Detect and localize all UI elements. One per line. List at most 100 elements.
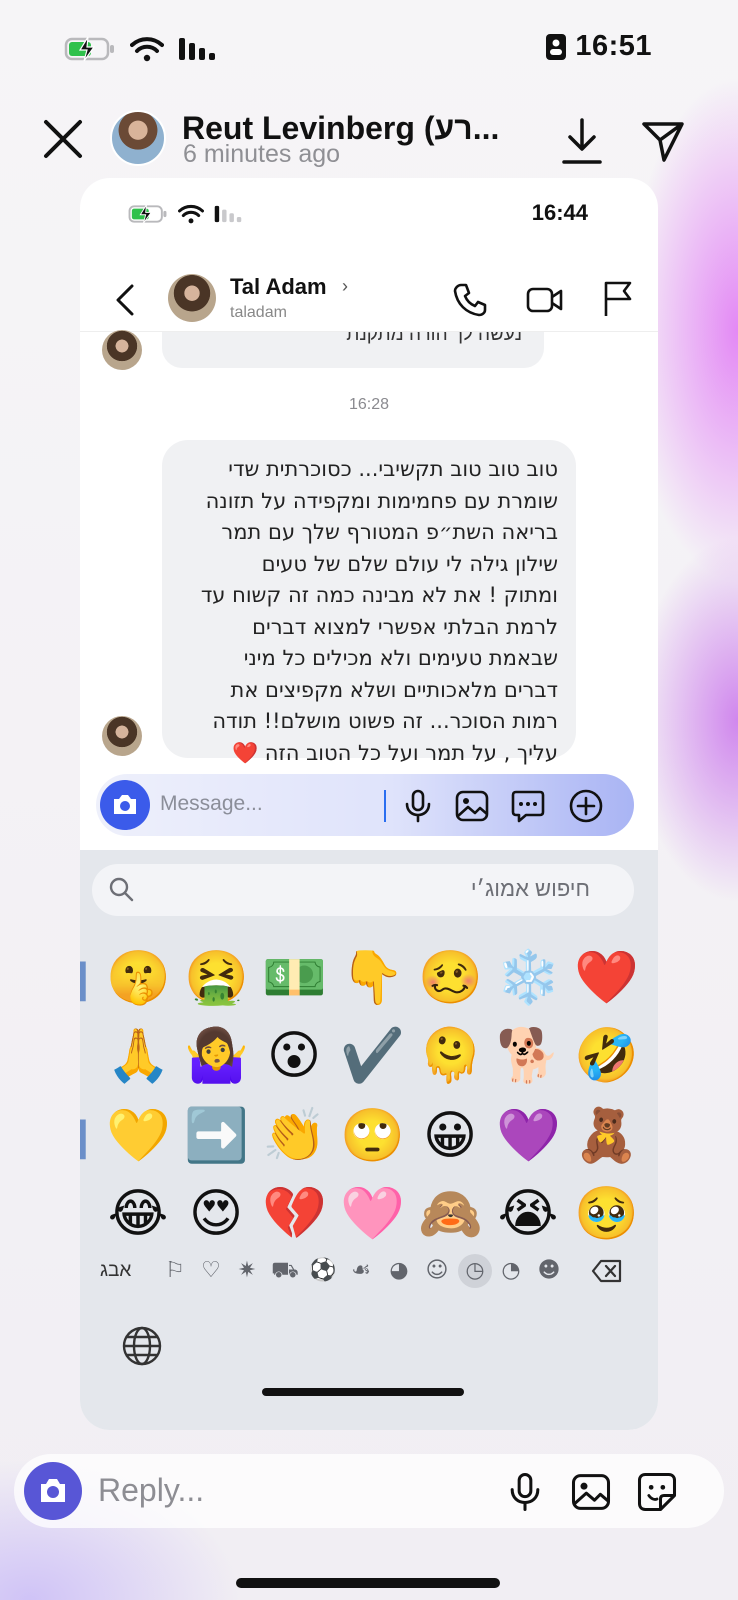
emoji-key[interactable]: 💜 bbox=[496, 1104, 561, 1168]
emoji-key[interactable]: 🧸 bbox=[574, 1104, 639, 1168]
microphone-icon[interactable] bbox=[400, 788, 436, 824]
download-icon[interactable] bbox=[560, 116, 604, 166]
emoji-key[interactable]: 🙏 bbox=[106, 1024, 171, 1088]
emoji-keyboard: חיפוש אמוג׳י ▮ ▮ 🤫🤮💵👇🥴❄️❤️ 🙏🤷‍♀️😮✔️🫠🐕🤣 💛➡️… bbox=[80, 850, 658, 1430]
camera-icon bbox=[114, 795, 136, 814]
inner-status-bar: 16:44 bbox=[80, 200, 658, 230]
camera-icon bbox=[41, 1479, 65, 1502]
emoji-key[interactable]: ❤️ bbox=[574, 946, 639, 1010]
emoji-search-placeholder: חיפוש אמוג׳י bbox=[470, 876, 590, 901]
emoji-key[interactable]: 😍 bbox=[184, 1182, 248, 1246]
battery-charging-icon bbox=[64, 36, 114, 62]
id-card-icon bbox=[546, 33, 567, 60]
search-icon bbox=[109, 877, 134, 902]
shared-screenshot: 16:44 Tal Adam › taladam נעשה לך הורה מת… bbox=[80, 178, 658, 1430]
story-header: Reut Levinberg (רע... 6 minutes ago bbox=[0, 104, 738, 174]
emoji-key[interactable]: 😭 bbox=[496, 1182, 560, 1246]
camera-button[interactable] bbox=[24, 1462, 82, 1520]
home-indicator bbox=[262, 1388, 464, 1396]
backspace-icon[interactable] bbox=[590, 1254, 624, 1288]
emoji-key[interactable]: 🥴 bbox=[418, 946, 483, 1010]
emoji-key[interactable]: 😂 bbox=[106, 1182, 170, 1246]
emoji-key[interactable]: 🫠 bbox=[418, 1024, 483, 1088]
apple-icon[interactable]: ☙ bbox=[344, 1254, 378, 1288]
video-camera-icon[interactable] bbox=[526, 282, 564, 318]
gallery-icon[interactable] bbox=[454, 788, 490, 824]
add-icon[interactable] bbox=[568, 788, 604, 824]
sender-avatar bbox=[102, 330, 142, 370]
phone-icon[interactable] bbox=[452, 282, 488, 318]
previous-message-text: נעשה לך הורה מתקנת bbox=[346, 332, 522, 345]
status-bar: 16:51 bbox=[0, 30, 738, 74]
car-icon[interactable]: ⛟ bbox=[268, 1254, 302, 1288]
emoji-key[interactable]: 🥹 bbox=[574, 1182, 639, 1246]
recent-clock-icon[interactable]: ◷ bbox=[458, 1254, 492, 1288]
sunglasses-face-icon[interactable]: ☻ bbox=[532, 1254, 566, 1288]
emoji-key[interactable]: 🙈 bbox=[418, 1182, 483, 1246]
message-input[interactable]: Message... bbox=[160, 792, 263, 816]
microphone-icon[interactable] bbox=[504, 1471, 546, 1513]
dog-icon[interactable]: ◕ bbox=[382, 1254, 416, 1288]
chat-contact-name[interactable]: Tal Adam bbox=[230, 274, 327, 300]
emoji-partial[interactable]: ▮ bbox=[80, 1104, 108, 1168]
back-icon[interactable] bbox=[112, 282, 138, 318]
sticker-icon[interactable]: ◔ bbox=[494, 1254, 528, 1288]
reply-input[interactable]: Reply... bbox=[98, 1472, 204, 1509]
posted-time: 6 minutes ago bbox=[183, 140, 341, 168]
globe-icon[interactable] bbox=[120, 1324, 164, 1368]
emoji-key[interactable]: 😮 bbox=[262, 1024, 326, 1088]
status-time: 16:51 bbox=[575, 30, 652, 62]
send-icon[interactable] bbox=[640, 118, 686, 164]
message-timestamp: 16:28 bbox=[348, 396, 390, 413]
message-bubble: טוב טוב טוב תקשיבי... כסוכרתית שדי שומרת… bbox=[162, 440, 576, 765]
emoji-key[interactable]: 👏 bbox=[262, 1104, 327, 1168]
chat-bubble-icon[interactable] bbox=[510, 788, 546, 824]
emoji-key[interactable]: 🩷 bbox=[340, 1182, 405, 1246]
emoji-category-bar: אבג ⚐ ♡ ✷ ⛟ ⚽ ☙ ◕ ☺ ◷ ◔ ☻ bbox=[80, 1248, 658, 1296]
gallery-icon[interactable] bbox=[570, 1471, 612, 1513]
signal-icon bbox=[214, 205, 242, 223]
chat-username: taladam bbox=[230, 304, 287, 321]
emoji-key[interactable]: ➡️ bbox=[184, 1104, 249, 1168]
chat-avatar[interactable] bbox=[168, 274, 216, 322]
flag-icon[interactable]: ⚐ bbox=[158, 1254, 192, 1288]
inner-status-time: 16:44 bbox=[531, 200, 588, 225]
smiley-icon[interactable]: ☺ bbox=[420, 1254, 454, 1288]
reply-bar[interactable]: Reply... bbox=[14, 1454, 724, 1528]
ball-icon[interactable]: ⚽ bbox=[306, 1254, 340, 1288]
heart-icon[interactable]: ♡ bbox=[194, 1254, 228, 1288]
avatar[interactable] bbox=[110, 110, 166, 166]
heart-emoji: ❤️ bbox=[231, 740, 259, 765]
emoji-key[interactable]: 👇 bbox=[340, 946, 405, 1010]
emoji-key[interactable]: 🤮 bbox=[184, 946, 249, 1010]
emoji-key[interactable]: 🤷‍♀️ bbox=[184, 1024, 249, 1088]
emoji-search-input[interactable]: חיפוש אמוג׳י bbox=[92, 864, 634, 916]
message-text: טוב טוב טוב תקשיבי... כסוכרתית שדי שומרת… bbox=[200, 457, 558, 765]
emoji-key[interactable]: 🤫 bbox=[106, 946, 171, 1010]
emoji-key[interactable]: 😀 bbox=[418, 1104, 482, 1168]
sender-avatar bbox=[102, 716, 142, 756]
sticker-icon[interactable] bbox=[636, 1471, 678, 1513]
wifi-icon bbox=[178, 204, 204, 224]
previous-message-bubble: נעשה לך הורה מתקנת bbox=[162, 332, 544, 368]
close-icon[interactable] bbox=[40, 116, 86, 162]
flag-icon[interactable] bbox=[602, 280, 634, 318]
emoji-key[interactable]: 💛 bbox=[106, 1104, 171, 1168]
emoji-key[interactable]: 💵 bbox=[262, 946, 327, 1010]
message-composer[interactable]: Message... bbox=[96, 774, 634, 836]
emoji-partial[interactable]: ▮ bbox=[80, 946, 108, 1010]
abc-switch[interactable]: אבג bbox=[100, 1260, 131, 1282]
camera-button[interactable] bbox=[100, 780, 150, 830]
chat-header: Tal Adam › taladam bbox=[80, 270, 658, 332]
wifi-icon bbox=[130, 37, 164, 62]
battery-charging-icon bbox=[128, 204, 167, 224]
emoji-key[interactable]: 💔 bbox=[262, 1182, 327, 1246]
text-cursor bbox=[384, 790, 386, 822]
emoji-key[interactable]: ✔️ bbox=[340, 1024, 405, 1088]
emoji-key[interactable]: 🐕 bbox=[496, 1024, 561, 1088]
emoji-key[interactable]: 🤣 bbox=[574, 1024, 639, 1088]
emoji-key[interactable]: ❄️ bbox=[496, 946, 561, 1010]
lightbulb-icon[interactable]: ✷ bbox=[230, 1254, 264, 1288]
emoji-key[interactable]: 🙄 bbox=[340, 1104, 405, 1168]
signal-icon bbox=[179, 38, 215, 60]
